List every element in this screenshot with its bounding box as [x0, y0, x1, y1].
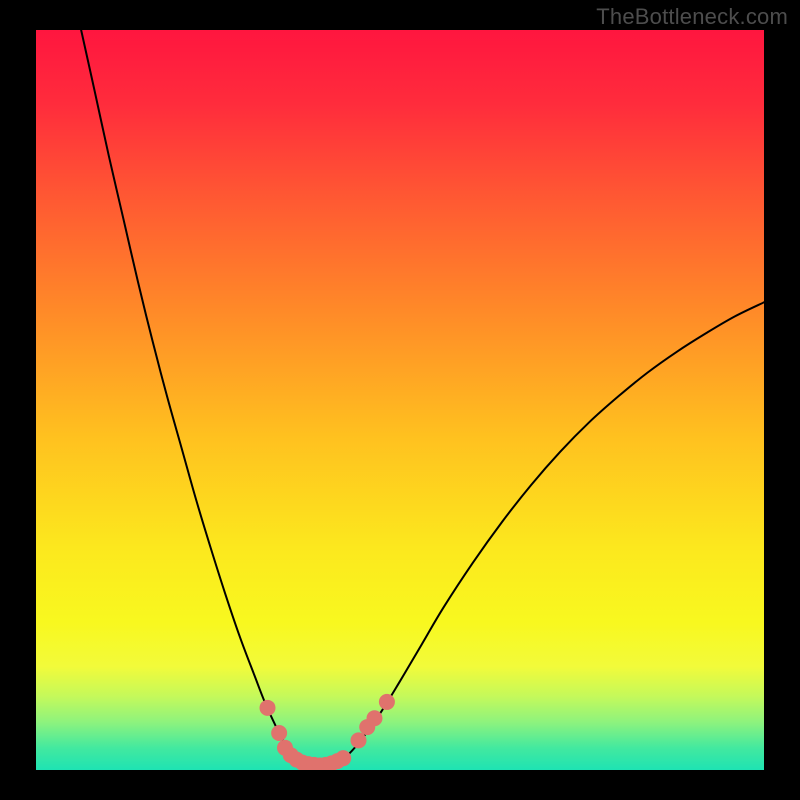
bottom-markers-point	[379, 694, 395, 710]
bottom-markers-point	[260, 700, 276, 716]
plot-background	[36, 30, 764, 770]
chart-frame: TheBottleneck.com	[0, 0, 800, 800]
bottom-markers-point	[351, 732, 367, 748]
bottom-markers-point	[335, 750, 351, 766]
bottom-markers-point	[271, 725, 287, 741]
bottom-markers-point	[367, 710, 383, 726]
bottleneck-chart	[0, 0, 800, 800]
